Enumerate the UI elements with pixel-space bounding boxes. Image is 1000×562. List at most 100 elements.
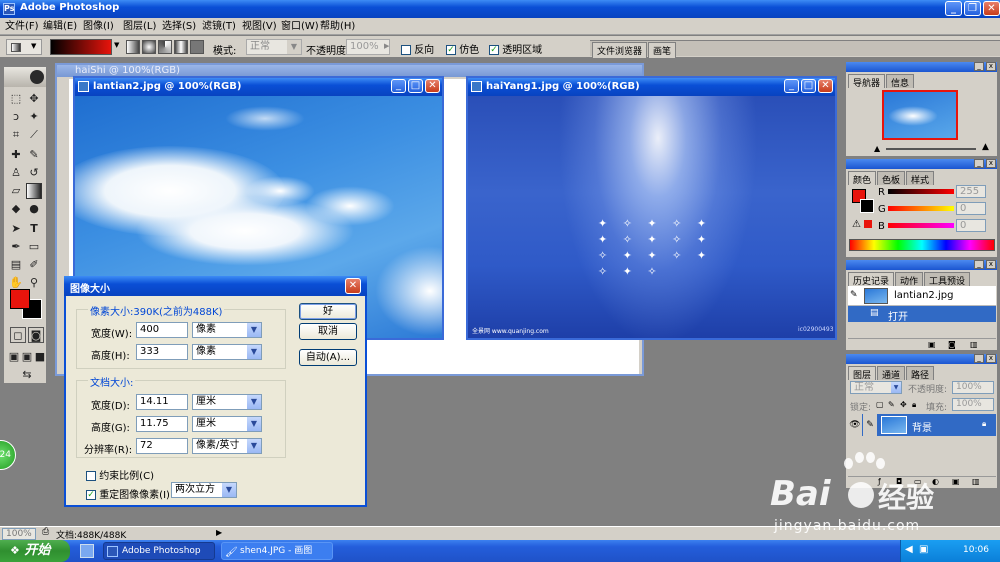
gradient-type-radial-icon[interactable] (142, 40, 156, 54)
tab-tool-presets[interactable]: 工具预设 (924, 272, 971, 287)
add-layer-style-icon[interactable]: ƒ (878, 477, 881, 486)
menu-view[interactable]: 视图(V) (242, 18, 277, 35)
dialog-title-bar[interactable]: 图像大小 ✕ (64, 276, 367, 296)
quick-mask-icon[interactable]: ◙ (28, 327, 44, 343)
panel-minimize-icon[interactable]: _ (974, 159, 984, 168)
menu-help[interactable]: 帮助(H) (320, 18, 355, 35)
doc-width-input[interactable]: 14.11 (136, 394, 188, 410)
menu-layer[interactable]: 图层(L) (123, 18, 156, 35)
show-desktop-icon[interactable] (80, 544, 94, 558)
gradient-picker[interactable] (50, 39, 112, 55)
restore-button[interactable]: ❐ (964, 1, 981, 16)
resolution-input[interactable]: 72 (136, 438, 188, 454)
tray-icon-sound[interactable]: ◀ (905, 544, 913, 555)
tab-actions[interactable]: 动作 (895, 272, 924, 287)
tab-file-browser[interactable]: 文件浏览器 (592, 42, 648, 58)
crop-tool-icon[interactable]: ⌗ (8, 127, 24, 143)
panel-minimize-icon[interactable]: _ (974, 62, 984, 71)
panel-close-icon[interactable]: x (986, 159, 996, 168)
tab-paths[interactable]: 路径 (906, 366, 935, 381)
resolution-unit-select[interactable]: 像素/英寸 ▼ (192, 438, 262, 454)
warning-icon[interactable]: ⚠ (852, 219, 861, 230)
resample-check-box[interactable]: ✓ (86, 490, 96, 500)
document-window-haiyang[interactable]: haiYang1.jpg @ 100%(RGB) _ □ ✕ ✦ ✧ ✦ ✧ ✦… (466, 76, 837, 340)
magic-wand-tool-icon[interactable]: ✦ (26, 109, 42, 125)
minimize-button[interactable]: _ (945, 1, 962, 16)
menu-edit[interactable]: 编辑(E) (43, 18, 77, 35)
lock-pixels-icon[interactable]: ✎ (888, 400, 895, 409)
background-color-swatch[interactable] (860, 199, 874, 213)
slice-tool-icon[interactable]: ⟋ (26, 127, 42, 143)
gradient-tool-icon[interactable] (26, 183, 42, 199)
tab-color[interactable]: 颜色 (848, 171, 877, 186)
tab-styles[interactable]: 样式 (906, 171, 935, 186)
fill-field[interactable]: 100% (952, 398, 994, 411)
maximize-button[interactable]: □ (408, 79, 423, 93)
screen-mode-standard-icon[interactable]: ▣ (8, 349, 20, 365)
panel-close-icon[interactable]: x (986, 354, 996, 363)
eyedropper-tool-icon[interactable]: ✐ (26, 257, 42, 273)
gradient-tool-icon[interactable]: ▼ (6, 39, 42, 55)
auto-button[interactable]: 自动(A)... (299, 349, 357, 366)
layer-row-background[interactable]: 👁︎ ✎ 背景 🔒︎ (848, 414, 996, 436)
zoom-in-icon[interactable]: ▲ (982, 142, 989, 152)
close-button[interactable]: ✕ (983, 1, 1000, 16)
close-button[interactable]: ✕ (818, 79, 833, 93)
history-snapshot-row[interactable]: ✎ lantian2.jpg (848, 286, 996, 306)
doc-width-unit-select[interactable]: 厘米 ▼ (192, 394, 262, 410)
tray-icon-network[interactable]: ▣ (919, 544, 928, 555)
tab-info[interactable]: 信息 (886, 74, 915, 89)
add-mask-icon[interactable]: ◘ (896, 477, 902, 486)
status-menu-arrow-icon[interactable]: ▶ (216, 528, 222, 537)
opacity-arrow[interactable]: ▶ (384, 42, 389, 50)
history-step-row[interactable]: ▤ 打开 (848, 306, 996, 323)
panel-close-icon[interactable]: x (986, 62, 996, 71)
gradient-type-diamond-icon[interactable] (190, 40, 204, 54)
maximize-button[interactable]: □ (801, 79, 816, 93)
type-tool-icon[interactable]: T (26, 221, 42, 237)
notes-tool-icon[interactable]: ▤ (8, 257, 24, 273)
b-slider[interactable] (888, 223, 954, 228)
tab-history[interactable]: 历史记录 (848, 272, 895, 287)
reverse-checkbox[interactable]: 反向 (401, 41, 434, 56)
zoom-field[interactable]: 100% (2, 528, 36, 540)
move-tool-icon[interactable]: ✥ (26, 91, 42, 107)
brush-link-icon[interactable]: ✎ (863, 414, 877, 436)
history-brush-tool-icon[interactable]: ↺ (26, 165, 42, 181)
gamut-swatch[interactable] (864, 220, 872, 228)
new-layer-icon[interactable]: ▣ (952, 477, 960, 486)
gradient-type-linear-icon[interactable] (126, 40, 140, 54)
screen-mode-full-icon[interactable]: ■ (34, 349, 46, 365)
new-set-icon[interactable]: ▭ (914, 477, 922, 486)
foreground-color-swatch[interactable] (10, 289, 30, 309)
navigator-zoom-slider[interactable] (886, 148, 976, 150)
reverse-check-box[interactable] (401, 45, 411, 55)
new-adjustment-icon[interactable]: ◐ (932, 477, 939, 486)
minimize-button[interactable]: _ (784, 79, 799, 93)
lock-position-icon[interactable]: ✥ (900, 400, 907, 409)
navigator-thumbnail[interactable] (882, 90, 958, 140)
dither-check-box[interactable]: ✓ (446, 45, 456, 55)
trash-icon[interactable]: ▥ (970, 340, 978, 349)
gradient-type-angle-icon[interactable] (158, 40, 172, 54)
resample-image-checkbox[interactable]: ✓ 重定图像像素(I): (86, 486, 173, 501)
lock-all-icon[interactable]: 🔒︎ (912, 400, 916, 410)
height-input[interactable]: 333 (136, 344, 188, 360)
stamp-tool-icon[interactable]: ♙ (8, 165, 24, 181)
blur-tool-icon[interactable]: ◆ (8, 201, 24, 217)
r-slider[interactable] (888, 189, 954, 194)
document-title-bar-haiyang[interactable]: haiYang1.jpg @ 100%(RGB) (468, 78, 835, 96)
b-field[interactable]: 0 (956, 219, 986, 232)
task-paint[interactable]: 🖌︎ shen4.JPG - 画图 (221, 542, 333, 560)
r-field[interactable]: 255 (956, 185, 986, 198)
panel-minimize-icon[interactable]: _ (974, 354, 984, 363)
transparency-check-box[interactable]: ✓ (489, 45, 499, 55)
lock-transparency-icon[interactable]: ▢ (876, 400, 884, 409)
gradient-type-reflected-icon[interactable] (174, 40, 188, 54)
close-button[interactable]: ✕ (425, 79, 440, 93)
mode-select[interactable]: 正常 ▼ (246, 39, 302, 55)
new-document-icon[interactable]: ▣ (928, 340, 936, 349)
new-snapshot-icon[interactable]: ◙ (948, 340, 956, 349)
panel-minimize-icon[interactable]: _ (974, 260, 984, 269)
tab-brushes[interactable]: 画笔 (648, 42, 677, 58)
